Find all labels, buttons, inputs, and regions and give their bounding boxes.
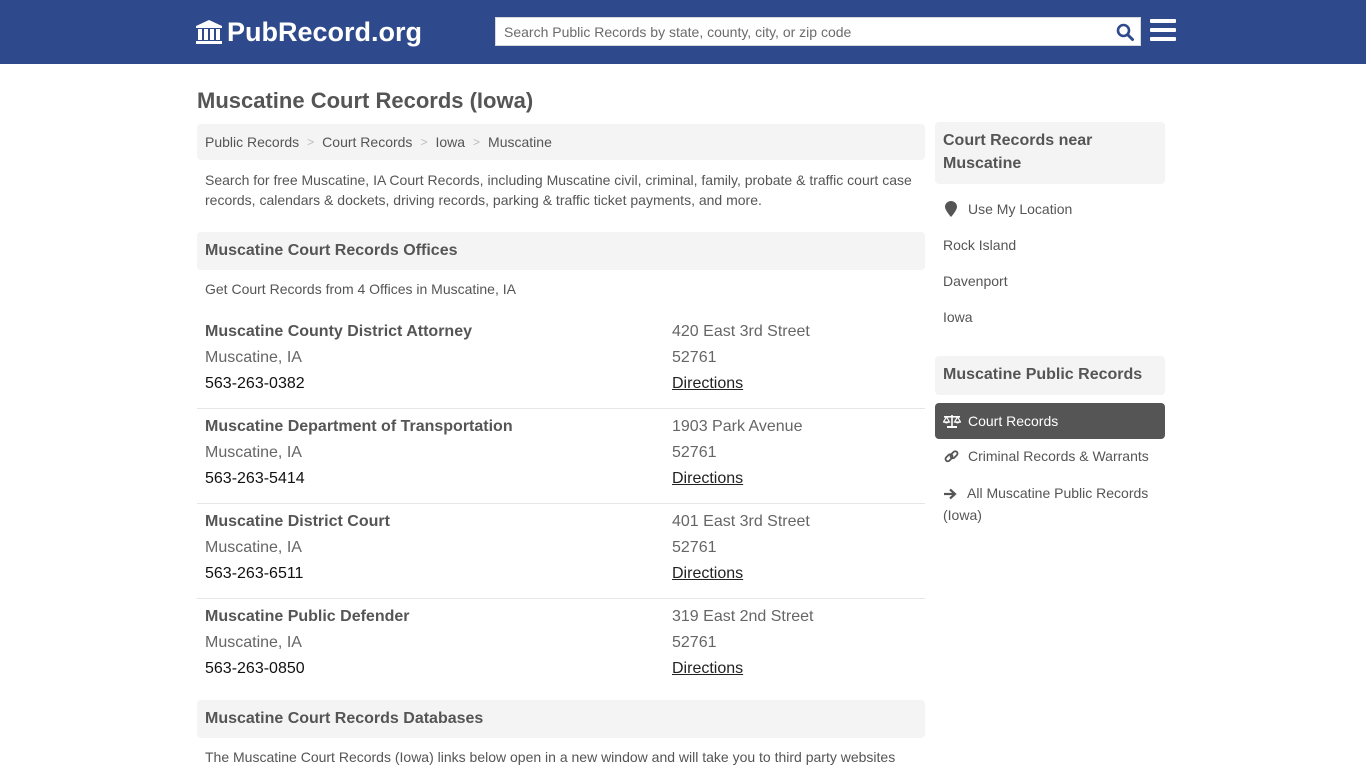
office-city: Muscatine, IA <box>205 539 302 556</box>
breadcrumb-muscatine[interactable]: Muscatine <box>488 134 552 150</box>
breadcrumb: Public Records > Court Records > Iowa > … <box>197 124 925 160</box>
breadcrumb-iowa[interactable]: Iowa <box>435 134 465 150</box>
search-button[interactable] <box>1110 18 1140 45</box>
office-city: Muscatine, IA <box>205 634 302 651</box>
hamburger-menu-icon[interactable] <box>1150 19 1176 43</box>
intro-text: Search for free Muscatine, IA Court Reco… <box>205 172 912 208</box>
office-zip: 52761 <box>672 634 717 651</box>
office-zip: 52761 <box>672 539 717 556</box>
sidebar-item-criminal-records[interactable]: Criminal Records & Warrants <box>943 448 1149 464</box>
breadcrumb-court-records[interactable]: Court Records <box>322 134 412 150</box>
sidebar-item-label: Criminal Records & Warrants <box>968 448 1149 464</box>
bank-building-icon <box>196 20 222 44</box>
sidebar-nearby-heading: Court Records near Muscatine <box>935 122 1165 184</box>
directions-link[interactable]: Directions <box>672 466 802 492</box>
directions-link[interactable]: Directions <box>672 656 813 682</box>
offices-section-heading: Muscatine Court Records Offices <box>197 232 925 270</box>
breadcrumb-public-records[interactable]: Public Records <box>205 134 299 150</box>
use-my-location-label: Use My Location <box>968 201 1073 217</box>
nearby-link-rock-island[interactable]: Rock Island <box>943 237 1016 253</box>
office-phone[interactable]: 563-263-5414 <box>205 466 513 492</box>
use-my-location-link[interactable]: Use My Location <box>943 201 1072 217</box>
office-item: Muscatine District Court Muscatine, IA 5… <box>197 504 925 599</box>
office-zip: 52761 <box>672 444 717 461</box>
office-name: Muscatine District Court <box>205 513 390 530</box>
nearby-link-iowa[interactable]: Iowa <box>943 309 973 325</box>
breadcrumb-separator: > <box>420 135 428 149</box>
search-icon <box>1116 23 1134 41</box>
office-zip: 52761 <box>672 349 717 366</box>
office-city: Muscatine, IA <box>205 349 302 366</box>
office-name: Muscatine County District Attorney <box>205 323 472 340</box>
sidebar-item-court-records[interactable]: Court Records <box>935 403 1165 439</box>
sidebar-item-label: All Muscatine Public Records (Iowa) <box>943 485 1149 523</box>
sidebar-item-all-public-records[interactable]: All Muscatine Public Records (Iowa) <box>943 483 1165 525</box>
sidebar-item-label: Court Records <box>968 413 1059 429</box>
map-marker-icon <box>943 201 959 217</box>
page-title: Muscatine Court Records (Iowa) <box>197 88 534 113</box>
office-item: Muscatine County District Attorney Musca… <box>197 314 925 409</box>
search-input[interactable] <box>496 18 1110 45</box>
arrow-right-icon <box>943 485 959 505</box>
offices-subtitle: Get Court Records from 4 Offices in Musc… <box>205 281 516 297</box>
office-address: 420 East 3rd Street <box>672 323 810 340</box>
office-name: Muscatine Department of Transportation <box>205 418 513 435</box>
office-address: 1903 Park Avenue <box>672 418 803 435</box>
search-bar <box>495 17 1141 46</box>
breadcrumb-separator: > <box>473 135 481 149</box>
site-logo[interactable]: PubRecord.org <box>195 17 422 47</box>
nearby-link-davenport[interactable]: Davenport <box>943 273 1008 289</box>
office-item: Muscatine Public Defender Muscatine, IA … <box>197 599 925 694</box>
logo-text: PubRecord.org <box>227 17 423 47</box>
office-address: 401 East 3rd Street <box>672 513 810 530</box>
office-item: Muscatine Department of Transportation M… <box>197 409 925 504</box>
sidebar-public-records-heading: Muscatine Public Records <box>935 356 1165 395</box>
databases-section-heading: Muscatine Court Records Databases <box>197 700 925 738</box>
office-address: 319 East 2nd Street <box>672 608 814 625</box>
breadcrumb-separator: > <box>307 135 315 149</box>
directions-link[interactable]: Directions <box>672 561 810 587</box>
office-city: Muscatine, IA <box>205 444 302 461</box>
top-navbar: PubRecord.org <box>0 0 1366 64</box>
office-phone[interactable]: 563-263-0850 <box>205 656 410 682</box>
office-name: Muscatine Public Defender <box>205 608 410 625</box>
directions-link[interactable]: Directions <box>672 371 810 397</box>
office-phone[interactable]: 563-263-6511 <box>205 561 390 587</box>
link-icon <box>943 448 959 464</box>
scales-icon <box>943 413 961 429</box>
databases-intro: The Muscatine Court Records (Iowa) links… <box>205 749 896 765</box>
office-phone[interactable]: 563-263-0382 <box>205 371 472 397</box>
